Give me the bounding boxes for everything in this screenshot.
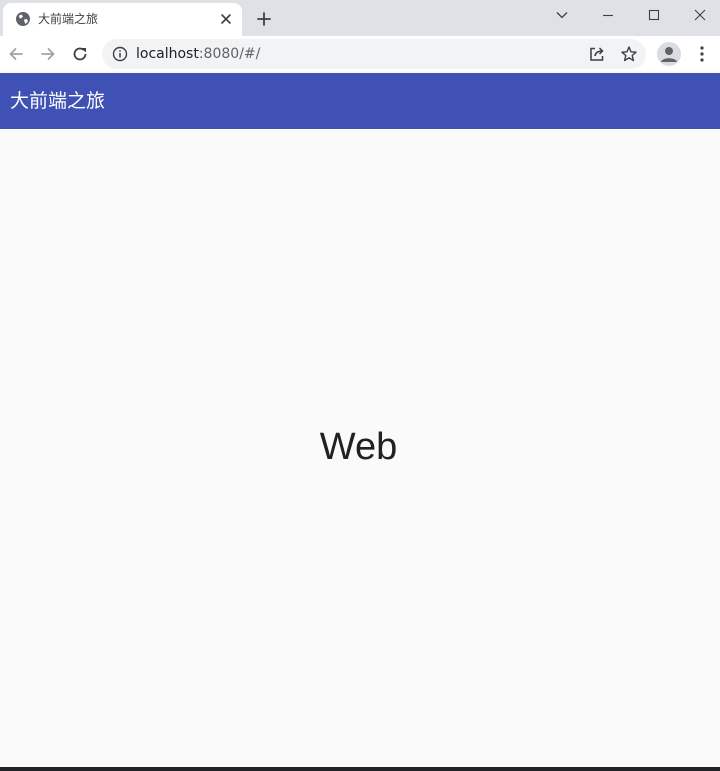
forward-button[interactable] [36, 42, 60, 66]
browser-menu-button[interactable] [692, 42, 712, 66]
arrow-right-icon [41, 48, 55, 60]
window-bottom-edge [0, 767, 720, 771]
url-host: localhost [136, 46, 199, 62]
window-close-button[interactable] [677, 0, 720, 30]
close-icon[interactable] [218, 11, 234, 27]
main-content: Web [0, 129, 720, 767]
arrow-left-icon [9, 48, 23, 60]
chevron-down-icon [556, 12, 568, 19]
minimize-icon [603, 14, 613, 17]
center-text: Web [319, 426, 398, 468]
tab-search-button[interactable] [539, 0, 585, 30]
new-tab-plus-icon[interactable] [254, 9, 274, 29]
browser-tab[interactable]: 大前端之旅 [3, 3, 242, 36]
maximize-button[interactable] [631, 0, 677, 30]
app-bar: 大前端之旅 [0, 73, 720, 129]
url-path: :8080/#/ [198, 46, 261, 62]
profile-avatar[interactable] [657, 42, 681, 66]
browser-window: 大前端之旅 localhost:8080/#/ 大前端之旅 Web [0, 0, 720, 771]
address-bar[interactable]: localhost:8080/#/ [102, 39, 646, 69]
url-text[interactable]: localhost:8080/#/ [136, 45, 260, 63]
reload-button[interactable] [68, 42, 92, 66]
more-vertical-icon [700, 46, 704, 62]
tab-strip: 大前端之旅 [0, 0, 720, 36]
share-icon[interactable] [588, 45, 606, 63]
minimize-button[interactable] [585, 0, 631, 30]
app-title: 大前端之旅 [10, 90, 106, 112]
maximize-icon [648, 9, 660, 21]
close-icon [694, 9, 706, 21]
info-icon[interactable] [112, 46, 128, 62]
tab-title: 大前端之旅 [38, 12, 99, 26]
reload-icon [73, 47, 87, 61]
globe-icon [16, 12, 30, 26]
back-button[interactable] [4, 42, 28, 66]
person-icon [661, 47, 677, 62]
star-icon[interactable] [620, 45, 638, 63]
browser-toolbar: localhost:8080/#/ [0, 36, 720, 73]
